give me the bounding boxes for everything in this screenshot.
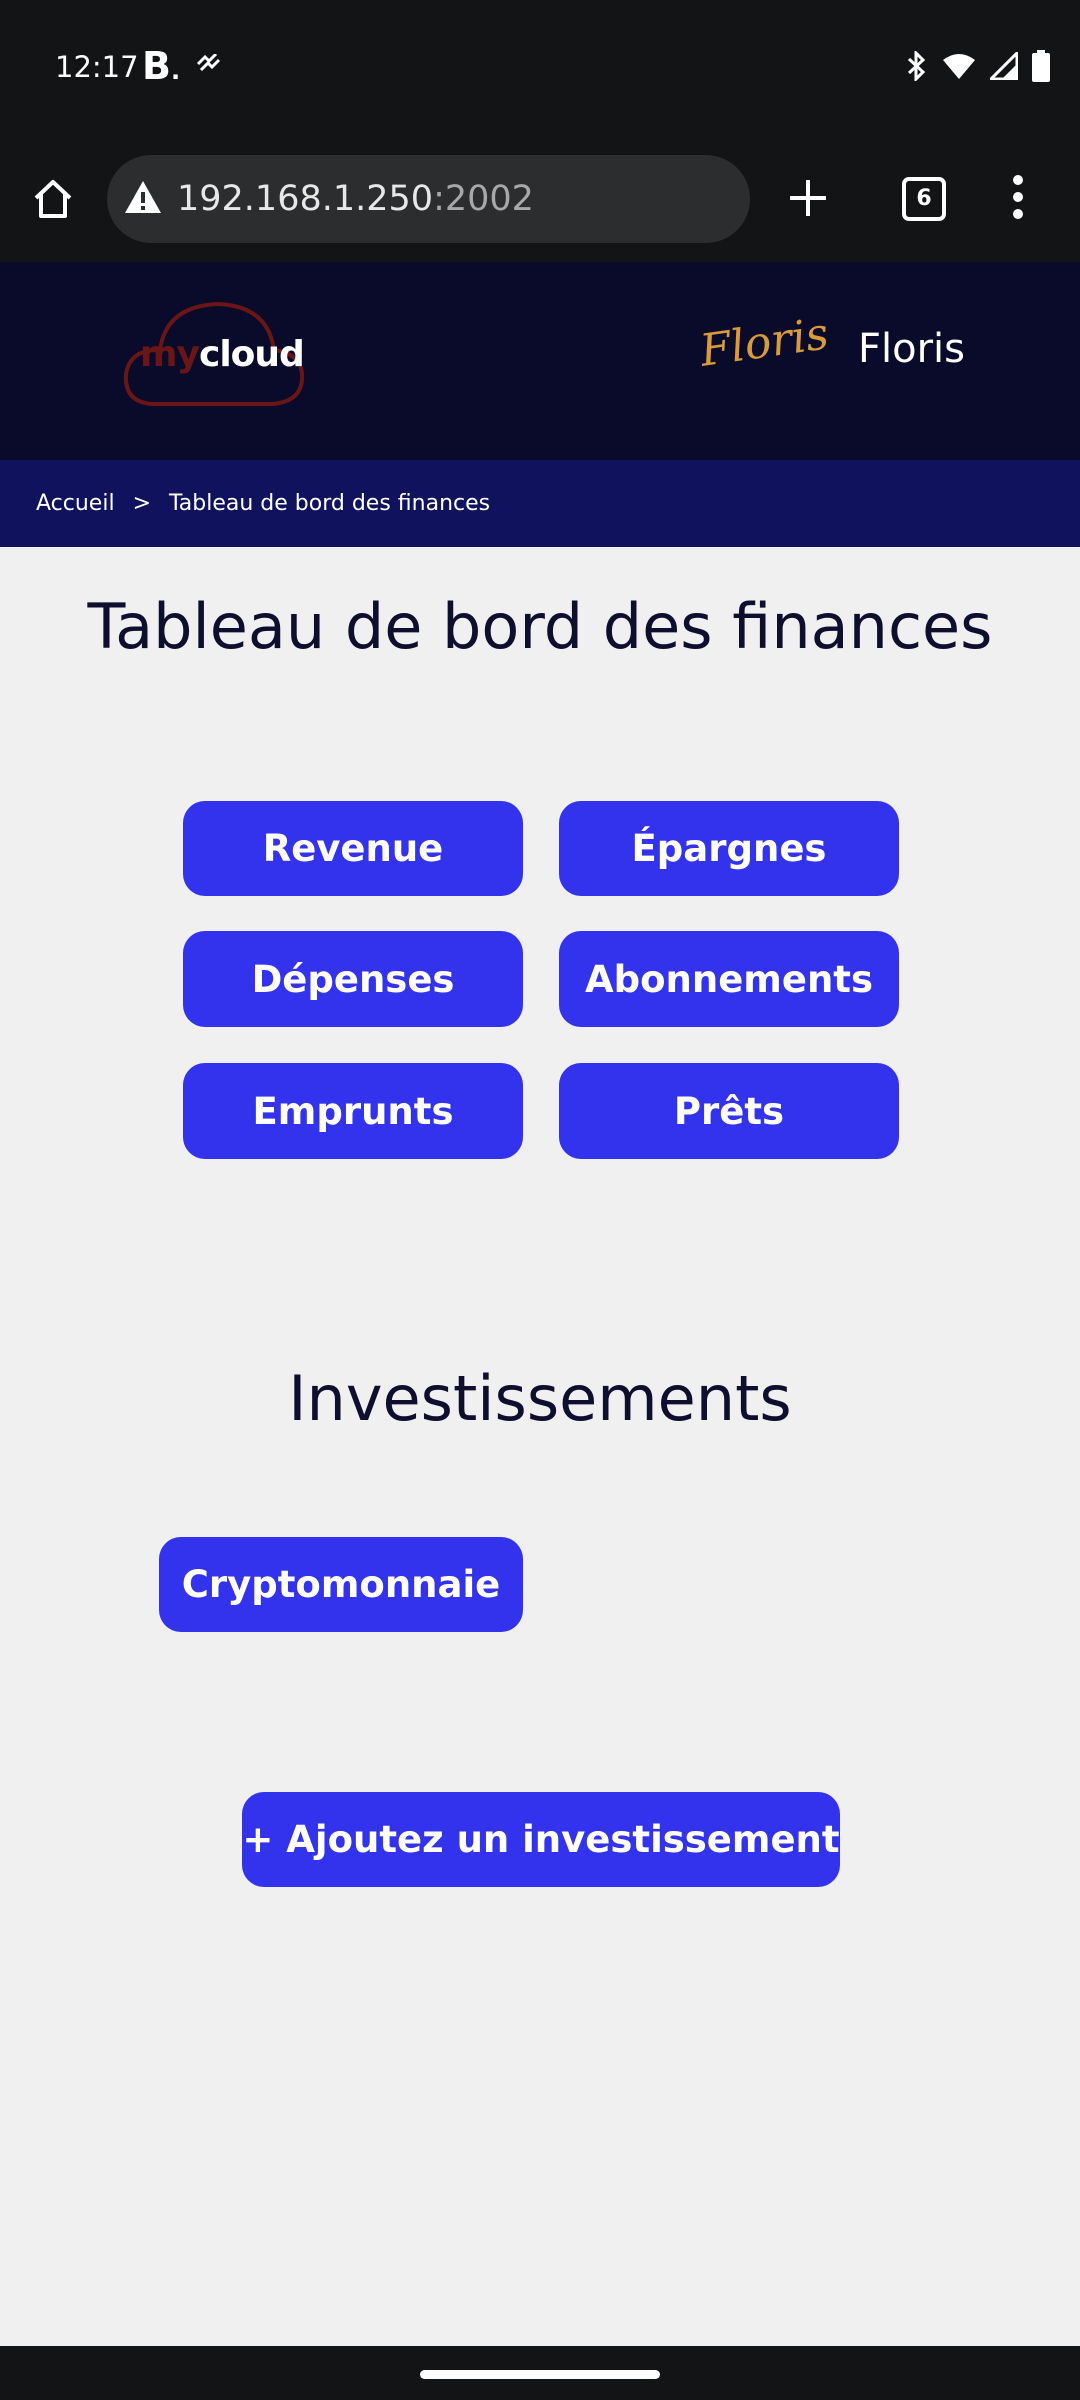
site-header: mycloud Floris Floris bbox=[0, 262, 1080, 460]
investments-title: Investissements bbox=[288, 1362, 792, 1435]
browser-toolbar: 192.168.1.250:2002 6 bbox=[0, 138, 1080, 264]
notification-app-icon bbox=[196, 52, 222, 79]
revenue-button[interactable]: Revenue bbox=[183, 801, 523, 896]
booking-app-icon: B. bbox=[142, 44, 180, 88]
loans-button[interactable]: Prêts bbox=[559, 1063, 899, 1159]
breadcrumb-home-link[interactable]: Accueil bbox=[36, 491, 115, 516]
subscriptions-button[interactable]: Abonnements bbox=[559, 931, 899, 1027]
breadcrumb-separator: > bbox=[132, 491, 151, 516]
expenses-button[interactable]: Dépenses bbox=[183, 931, 523, 1027]
add-investment-button[interactable]: + Ajoutez un investissement bbox=[242, 1792, 840, 1887]
home-icon[interactable] bbox=[30, 176, 76, 227]
page-title: Tableau de bord des finances bbox=[87, 590, 993, 663]
mycloud-logo[interactable]: mycloud bbox=[122, 294, 306, 412]
savings-button[interactable]: Épargnes bbox=[559, 801, 899, 896]
cryptocurrency-button[interactable]: Cryptomonnaie bbox=[159, 1537, 523, 1632]
status-icons bbox=[906, 49, 1050, 87]
url-text[interactable]: 192.168.1.250:2002 bbox=[177, 179, 534, 219]
overflow-menu-icon[interactable] bbox=[1012, 174, 1024, 225]
battery-icon bbox=[1032, 50, 1050, 87]
warning-icon[interactable] bbox=[123, 179, 163, 220]
url-port: :2002 bbox=[433, 179, 534, 219]
logo-text: mycloud bbox=[140, 334, 305, 375]
wifi-icon bbox=[942, 52, 976, 85]
breadcrumb: Accueil > Tableau de bord des finances bbox=[0, 460, 1080, 547]
tab-switcher-button[interactable]: 6 bbox=[902, 177, 946, 221]
bluetooth-icon bbox=[906, 49, 928, 86]
logo-cloud: cloud bbox=[198, 334, 305, 375]
booking-dot: . bbox=[170, 57, 181, 85]
booking-letter: B bbox=[142, 44, 171, 88]
user-name[interactable]: Floris bbox=[858, 326, 965, 372]
system-nav-bar bbox=[0, 2346, 1080, 2400]
url-bar[interactable]: 192.168.1.250:2002 bbox=[107, 155, 750, 243]
logo-my: my bbox=[140, 334, 200, 375]
status-bar: 12:17 B. bbox=[0, 0, 1080, 138]
cell-signal-icon bbox=[987, 49, 1019, 85]
home-indicator[interactable] bbox=[420, 2370, 660, 2379]
breadcrumb-current: Tableau de bord des finances bbox=[169, 491, 491, 516]
user-signature-logo[interactable]: Floris bbox=[697, 308, 832, 376]
new-tab-icon[interactable] bbox=[786, 176, 830, 225]
borrowings-button[interactable]: Emprunts bbox=[183, 1063, 523, 1159]
status-time: 12:17 bbox=[55, 50, 139, 84]
url-host: 192.168.1.250 bbox=[177, 179, 434, 219]
